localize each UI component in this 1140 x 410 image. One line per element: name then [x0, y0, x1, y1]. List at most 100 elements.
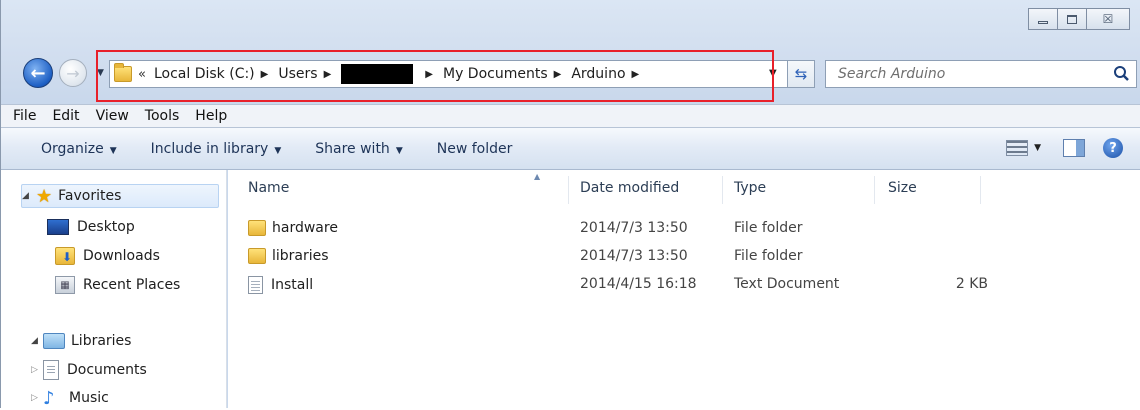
- desktop-icon: [47, 219, 69, 235]
- back-button[interactable]: ←: [23, 58, 53, 88]
- libraries-icon: [43, 333, 65, 349]
- preview-pane-icon[interactable]: [1063, 139, 1085, 157]
- breadcrumb-users[interactable]: Users: [278, 66, 317, 82]
- breadcrumb-overflow[interactable]: «: [138, 67, 146, 82]
- share-with-button[interactable]: Share with ▼: [315, 141, 402, 157]
- downloads-icon: [55, 247, 75, 265]
- file-row[interactable]: Install 2014/4/15 16:18 Text Document 2 …: [228, 274, 1140, 296]
- file-name-cell[interactable]: Install: [248, 276, 313, 294]
- column-header-size[interactable]: Size: [888, 180, 917, 196]
- nav-favorites[interactable]: ◢ ★ Favorites: [21, 184, 219, 208]
- new-folder-button[interactable]: New folder: [437, 141, 513, 157]
- documents-icon: [43, 360, 59, 380]
- nav-music[interactable]: ▷ ♪ Music: [31, 386, 109, 410]
- chevron-down-icon: ▼: [274, 145, 282, 156]
- address-bar[interactable]: « Local Disk (C:) ▶ Users ▶ ▶ My Documen…: [109, 60, 789, 88]
- file-name: Install: [271, 277, 314, 293]
- collapsed-triangle-icon[interactable]: ▷: [31, 365, 43, 375]
- chevron-down-icon: ▼: [395, 145, 403, 156]
- file-name: hardware: [272, 220, 338, 236]
- breadcrumb-separator-icon[interactable]: ▶: [324, 69, 332, 80]
- file-row[interactable]: hardware 2014/7/3 13:50 File folder: [228, 218, 1140, 240]
- menu-file[interactable]: File: [5, 108, 44, 124]
- nav-libraries[interactable]: ◢ Libraries: [31, 329, 131, 353]
- column-divider[interactable]: [722, 176, 723, 204]
- file-list: ▲ Name Date modified Type Size hardware …: [228, 170, 1140, 408]
- breadcrumb-redacted-username: [341, 64, 414, 84]
- collapsed-triangle-icon[interactable]: ▷: [31, 393, 43, 403]
- nav-recent-places-label: Recent Places: [83, 277, 181, 293]
- breadcrumb-separator-icon[interactable]: ▶: [554, 69, 562, 80]
- minimize-button[interactable]: [1028, 8, 1058, 30]
- menu-tools[interactable]: Tools: [137, 108, 188, 124]
- expanded-triangle-icon[interactable]: ◢: [31, 336, 43, 346]
- navigation-pane: ◢ ★ Favorites Desktop Downloads ▦ Recent…: [1, 170, 227, 410]
- column-header-type[interactable]: Type: [734, 180, 766, 196]
- include-in-library-button[interactable]: Include in library ▼: [151, 141, 282, 157]
- include-in-library-label: Include in library: [150, 140, 269, 157]
- folder-icon: [114, 63, 132, 82]
- text-document-icon: [248, 276, 263, 294]
- maximize-icon: [1067, 14, 1077, 24]
- file-name-cell[interactable]: hardware: [248, 220, 338, 236]
- search-placeholder: Search Arduino: [838, 66, 946, 82]
- breadcrumb-local-disk[interactable]: Local Disk (C:): [154, 66, 255, 82]
- column-divider[interactable]: [874, 176, 875, 204]
- file-name-cell[interactable]: libraries: [248, 248, 329, 264]
- breadcrumb-separator-icon[interactable]: ▶: [425, 69, 433, 80]
- change-view-icon[interactable]: [1006, 140, 1029, 156]
- explorer-window: ☒ ← → ▼ « Local Disk (C:) ▶ Users ▶ ▶ My…: [0, 0, 1140, 410]
- menu-view[interactable]: View: [88, 108, 137, 124]
- address-history-dropdown-icon[interactable]: ▼: [769, 68, 777, 79]
- search-icon[interactable]: [1112, 65, 1130, 83]
- share-with-label: Share with: [315, 140, 390, 157]
- star-icon: ★: [36, 185, 53, 207]
- maximize-button[interactable]: [1057, 8, 1087, 30]
- column-header-name[interactable]: Name: [248, 180, 289, 196]
- breadcrumb-separator-icon[interactable]: ▶: [261, 69, 269, 80]
- help-icon[interactable]: ?: [1103, 138, 1123, 158]
- nav-documents-label: Documents: [67, 362, 147, 378]
- file-date: 2014/7/3 13:50: [580, 248, 688, 264]
- file-row[interactable]: libraries 2014/7/3 13:50 File folder: [228, 246, 1140, 268]
- menu-bar: File Edit View Tools Help: [1, 104, 1140, 128]
- expanded-triangle-icon[interactable]: ◢: [22, 191, 34, 201]
- forward-button[interactable]: →: [59, 59, 87, 87]
- nav-desktop[interactable]: Desktop: [47, 215, 135, 239]
- window-controls: ☒: [1028, 8, 1130, 30]
- sort-ascending-icon: ▲: [534, 172, 541, 181]
- close-button[interactable]: ☒: [1086, 8, 1130, 30]
- forward-arrow-icon: →: [66, 63, 80, 83]
- view-options-dropdown-icon[interactable]: ▼: [1034, 143, 1041, 153]
- breadcrumb-separator-icon[interactable]: ▶: [632, 69, 640, 80]
- column-header-date-modified[interactable]: Date modified: [580, 180, 679, 196]
- nav-desktop-label: Desktop: [77, 219, 135, 235]
- close-icon: ☒: [1102, 12, 1114, 26]
- file-name: libraries: [272, 248, 329, 264]
- column-divider[interactable]: [568, 176, 569, 204]
- recent-places-icon: ▦: [55, 276, 75, 294]
- nav-downloads-label: Downloads: [83, 248, 160, 264]
- refresh-button[interactable]: ⇆: [787, 60, 815, 88]
- menu-help[interactable]: Help: [187, 108, 235, 124]
- chevron-down-icon: ▼: [109, 145, 117, 156]
- nav-documents[interactable]: ▷ Documents: [31, 358, 147, 382]
- folder-icon: [248, 220, 266, 236]
- file-date: 2014/4/15 16:18: [580, 276, 697, 292]
- nav-recent-places[interactable]: ▦ Recent Places: [55, 273, 180, 297]
- organize-button[interactable]: Organize ▼: [41, 141, 117, 157]
- file-size: 2 KB: [955, 276, 988, 292]
- file-type: Text Document: [734, 276, 840, 292]
- menu-edit[interactable]: Edit: [44, 108, 87, 124]
- nav-downloads[interactable]: Downloads: [55, 244, 160, 268]
- back-arrow-icon: ←: [30, 62, 46, 84]
- command-bar-right: ▼ ?: [1006, 138, 1123, 158]
- organize-label: Organize: [41, 140, 104, 157]
- file-type: File folder: [734, 248, 803, 264]
- breadcrumb-arduino[interactable]: Arduino: [571, 66, 625, 82]
- breadcrumb-my-documents[interactable]: My Documents: [443, 66, 548, 82]
- column-divider[interactable]: [980, 176, 981, 204]
- recent-pages-dropdown-icon[interactable]: ▼: [97, 68, 104, 78]
- search-input[interactable]: Search Arduino: [825, 60, 1137, 88]
- command-bar: Organize ▼ Include in library ▼ Share with…: [1, 128, 1140, 170]
